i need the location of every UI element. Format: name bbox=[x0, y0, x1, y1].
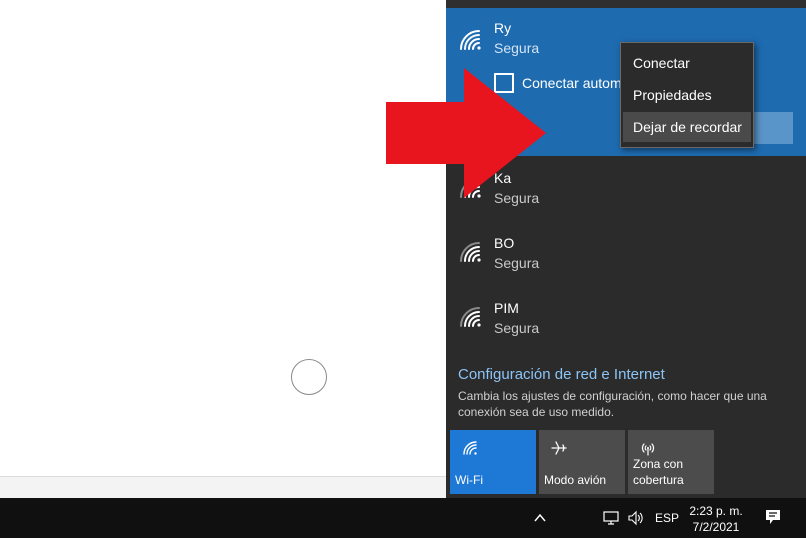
taskbar bbox=[0, 498, 806, 538]
network-status: Segura bbox=[494, 320, 540, 336]
network-item[interactable]: BO Segura bbox=[446, 226, 806, 288]
network-item[interactable]: PIM Segura bbox=[446, 291, 806, 353]
cursor-indicator bbox=[291, 359, 327, 395]
tile-label: Wi-Fi bbox=[455, 473, 483, 487]
clock-date: 7/2/2021 bbox=[692, 520, 740, 534]
network-status: Segura bbox=[494, 40, 540, 56]
airplane-icon bbox=[551, 441, 567, 455]
wifi-icon bbox=[460, 242, 481, 262]
menu-item-connect[interactable]: Conectar bbox=[623, 48, 751, 78]
wifi-icon bbox=[460, 307, 481, 327]
app-window bbox=[0, 0, 446, 498]
tile-label: Zona con cobertura bbox=[633, 457, 684, 487]
menu-item-properties[interactable]: Propiedades bbox=[623, 80, 751, 110]
network-name: Ry bbox=[494, 20, 512, 36]
app-status-bar bbox=[0, 476, 446, 498]
menu-item-forget[interactable]: Dejar de recordar bbox=[623, 112, 751, 142]
network-tray-icon[interactable] bbox=[603, 510, 621, 526]
flyout-top-edge bbox=[446, 0, 806, 8]
hotspot-tile[interactable]: Zona con cobertura bbox=[628, 430, 714, 494]
wifi-tile[interactable]: Wi-Fi bbox=[450, 430, 536, 494]
network-context-menu: Conectar Propiedades Dejar de recordar bbox=[620, 42, 754, 148]
volume-icon[interactable] bbox=[627, 510, 645, 526]
airplane-mode-tile[interactable]: Modo avión bbox=[539, 430, 625, 494]
hotspot-icon bbox=[641, 443, 655, 456]
wifi-icon bbox=[460, 30, 481, 50]
clock[interactable]: 2:23 p. m. 7/2/2021 bbox=[688, 503, 744, 535]
tile-label: Modo avión bbox=[544, 473, 607, 487]
network-name: BO bbox=[494, 235, 515, 251]
notification-icon[interactable] bbox=[764, 508, 782, 526]
network-settings-description: Cambia los ajustes de configuración, com… bbox=[458, 389, 767, 419]
red-arrow-annotation bbox=[386, 68, 546, 198]
language-indicator[interactable]: ESP bbox=[655, 511, 679, 525]
network-name: PIM bbox=[494, 300, 519, 316]
wifi-icon bbox=[463, 441, 477, 455]
chevron-up-icon[interactable] bbox=[533, 511, 547, 525]
network-status: Segura bbox=[494, 255, 540, 271]
clock-time: 2:23 p. m. bbox=[689, 504, 743, 518]
network-settings-link[interactable]: Configuración de red e Internet bbox=[458, 366, 665, 383]
